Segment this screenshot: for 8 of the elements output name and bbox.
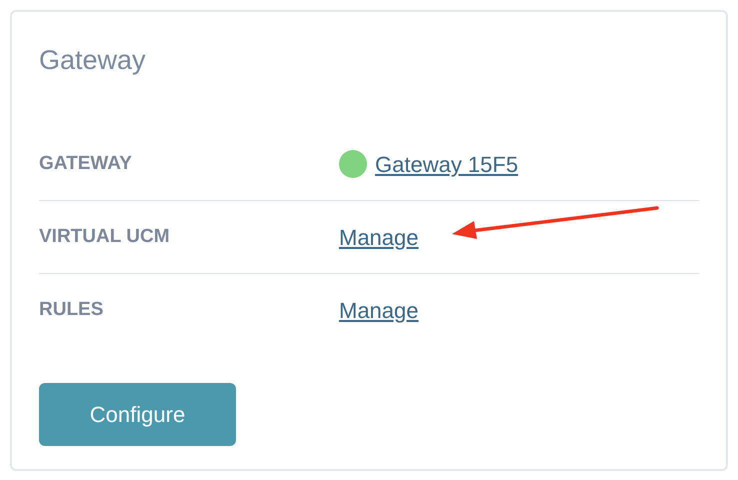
card-title: Gateway [39, 44, 147, 77]
manage-link[interactable]: Manage [339, 294, 419, 327]
row-label: RULES [39, 298, 104, 322]
manage-link[interactable]: Gateway 15F5 [375, 148, 518, 180]
row-label: GATEWAY [39, 152, 133, 176]
manage-link[interactable]: Manage [339, 220, 419, 254]
row-label: VIRTUAL UCM [39, 224, 171, 249]
configure-button[interactable]: Configure [39, 383, 236, 446]
